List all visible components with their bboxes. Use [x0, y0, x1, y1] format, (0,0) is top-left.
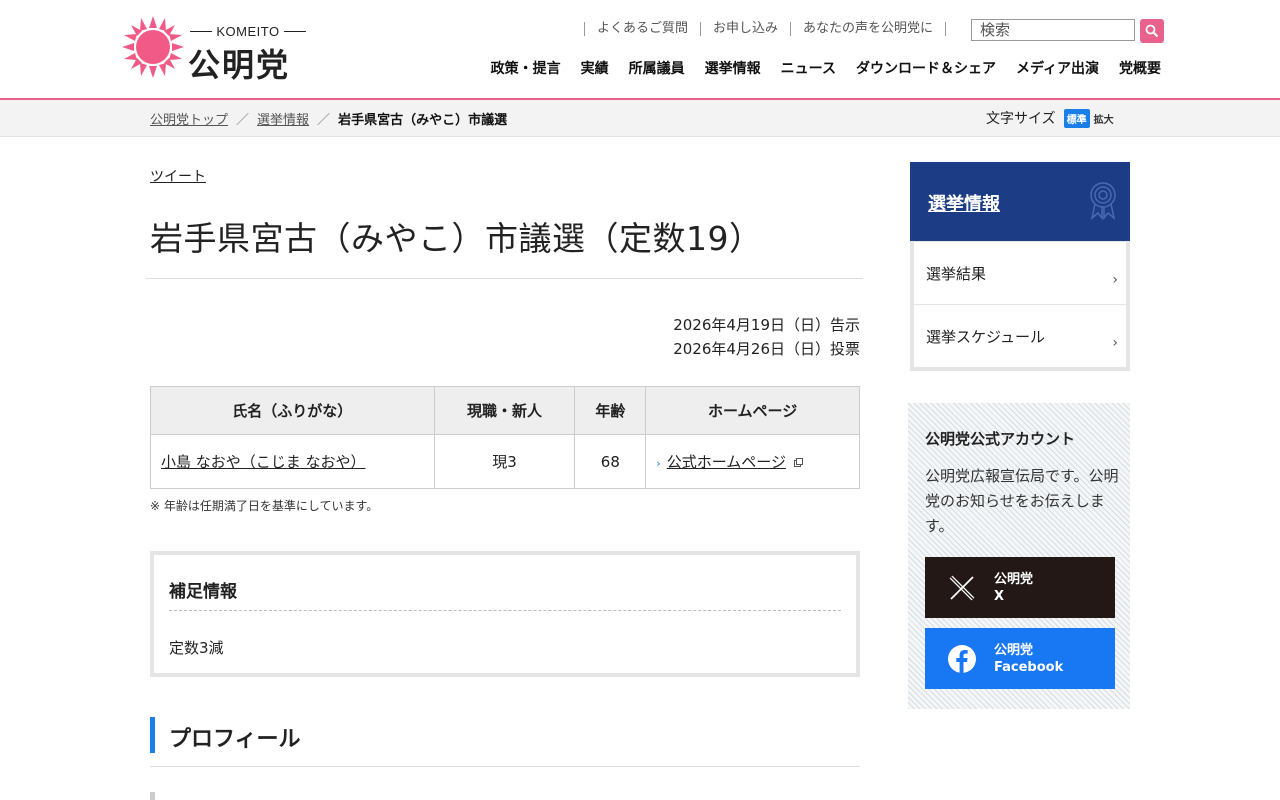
column-header-homepage: ホームページ	[645, 386, 860, 435]
breadcrumb: 公明党トップ ／ 選挙情報 ／ 岩手県宮古（みやこ）市議選	[150, 109, 507, 128]
candidate-name-cell: 小島 なおや（こじま なおや）	[150, 434, 435, 489]
nav-election[interactable]: 選挙情報	[705, 58, 761, 78]
breadcrumb-current: 岩手県宮古（みやこ）市議選	[338, 113, 508, 128]
breadcrumb-election[interactable]: 選挙情報	[257, 109, 309, 128]
facebook-label-line1: 公明党	[994, 642, 1034, 658]
nav-download[interactable]: ダウンロード＆シェア	[856, 58, 996, 78]
x-label-line2: X	[994, 588, 1005, 604]
breadcrumb-separator: ／	[317, 113, 331, 128]
global-nav: 政策・提言 実績 所属議員 選挙情報 ニュース ダウンロード＆シェア メディア出…	[491, 58, 1161, 78]
age-note: ※ 年齢は任期満了日を基準にしています。	[150, 499, 379, 513]
logo-komeito-text: KOMEITO	[216, 24, 280, 39]
column-header-age: 年齢	[574, 386, 647, 435]
table-header-row: 氏名（ふりがな） 現職・新人 年齢 ホームページ	[150, 386, 860, 435]
nav-about[interactable]: 党概要	[1119, 58, 1161, 78]
candidate-age: 68	[574, 434, 647, 489]
logo-wordmark: KOMEITO	[190, 24, 306, 39]
chevron-right-icon: ›	[1112, 335, 1118, 351]
font-size-standard-button[interactable]: 標準	[1063, 108, 1090, 128]
site-search	[971, 19, 1164, 43]
x-account-label: 公明党 X	[994, 571, 1033, 605]
election-dates: 2026年4月19日（日）告示 2026年4月26日（日）投票	[673, 313, 860, 361]
sidebar-item-label: 選挙結果	[926, 264, 987, 283]
vote-date: 2026年4月26日（日）投票	[673, 340, 860, 358]
candidate-table: 氏名（ふりがな） 現職・新人 年齢 ホームページ 小島 なおや（こじま なおや）…	[150, 386, 860, 489]
font-size-control: 文字サイズ 標準 拡大	[986, 108, 1114, 128]
sidebar-header: 選挙情報	[910, 162, 1130, 241]
utility-links: よくあるご質問 お申し込み あなたの声を公明党に	[583, 22, 946, 36]
column-header-name: 氏名（ふりがな）	[150, 386, 435, 435]
facebook-label-line2: Facebook	[994, 659, 1064, 675]
sidebar-item-label: 選挙スケジュール	[926, 327, 1045, 346]
site-header: KOMEITO 公明党 よくあるご質問 お申し込み あなたの声を公明党に 政策・…	[0, 0, 1280, 98]
sidebar-menu: 選挙結果 › 選挙スケジュール ›	[910, 241, 1130, 371]
chevron-right-icon: ›	[1112, 272, 1118, 288]
supplementary-text: 定数3減	[169, 639, 224, 657]
announcement-date: 2026年4月19日（日）告示	[673, 316, 860, 334]
site-logo[interactable]: KOMEITO 公明党	[120, 14, 320, 84]
homepage-link[interactable]: 公式ホームページ	[667, 453, 786, 471]
facebook-logo-icon	[946, 643, 978, 675]
facebook-account-label: 公明党 Facebook	[994, 642, 1063, 676]
breadcrumb-separator: ／	[236, 113, 250, 128]
title-divider	[146, 278, 863, 279]
sidebar-item-schedule[interactable]: 選挙スケジュール ›	[914, 304, 1126, 367]
nav-members[interactable]: 所属議員	[629, 58, 685, 78]
sun-logo-icon	[122, 16, 184, 78]
profile-divider	[150, 766, 860, 767]
nav-achievements[interactable]: 実績	[581, 58, 609, 78]
profile-content-edge	[150, 792, 155, 800]
logo-party-name: 公明党	[188, 46, 291, 84]
x-logo-icon	[946, 572, 978, 604]
sidebar-item-results[interactable]: 選挙結果 ›	[914, 241, 1126, 304]
font-size-large-button[interactable]: 拡大	[1094, 111, 1114, 126]
x-account-button[interactable]: 公明党 X	[925, 557, 1115, 618]
candidate-status: 現3	[433, 434, 576, 489]
supplementary-divider	[169, 610, 841, 611]
breadcrumb-top[interactable]: 公明党トップ	[150, 109, 228, 128]
breadcrumb-bar: 公明党トップ ／ 選挙情報 ／ 岩手県宮古（みやこ）市議選 文字サイズ 標準 拡…	[0, 100, 1280, 137]
tweet-link[interactable]: ツイート	[150, 166, 206, 186]
external-link-icon	[793, 458, 803, 467]
search-input[interactable]	[971, 19, 1135, 41]
column-header-status: 現職・新人	[433, 386, 576, 435]
supplementary-title: 補足情報	[169, 582, 237, 602]
facebook-account-button[interactable]: 公明党 Facebook	[925, 628, 1115, 689]
font-size-label: 文字サイズ	[986, 111, 1056, 127]
supplementary-box: 補足情報 定数3減	[150, 551, 860, 677]
voice-link[interactable]: あなたの声を公明党に	[789, 22, 946, 36]
nav-media[interactable]: メディア出演	[1016, 58, 1099, 78]
page-title: 岩手県宮古（みやこ）市議選（定数19）	[150, 219, 763, 258]
table-row: 小島 なおや（こじま なおや） 現3 68 › 公式ホームページ	[150, 434, 860, 489]
application-link[interactable]: お申し込み	[699, 22, 790, 36]
faq-link[interactable]: よくあるご質問	[583, 22, 700, 36]
search-icon	[1145, 24, 1159, 38]
official-accounts-title: 公明党公式アカウント	[925, 430, 1076, 448]
profile-heading: プロフィール	[150, 717, 865, 753]
official-accounts-text: 公明党広報宣伝局です。公明党のお知らせをお伝えします。	[925, 467, 1119, 535]
chevron-right-icon: ›	[656, 457, 661, 470]
sidebar-title-link[interactable]: 選挙情報	[928, 190, 1000, 216]
search-button[interactable]	[1140, 19, 1164, 43]
x-label-line1: 公明党	[994, 571, 1034, 587]
candidate-homepage-cell: › 公式ホームページ	[645, 434, 860, 489]
profile-title: プロフィール	[169, 727, 301, 752]
official-accounts-box: 公明党公式アカウント 公明党広報宣伝局です。公明党のお知らせをお伝えします。 公…	[908, 403, 1130, 709]
nav-policy[interactable]: 政策・提言	[491, 58, 561, 78]
rosette-icon	[1090, 182, 1116, 220]
nav-news[interactable]: ニュース	[781, 58, 836, 78]
candidate-name-link[interactable]: 小島 なおや（こじま なおや）	[161, 453, 366, 471]
